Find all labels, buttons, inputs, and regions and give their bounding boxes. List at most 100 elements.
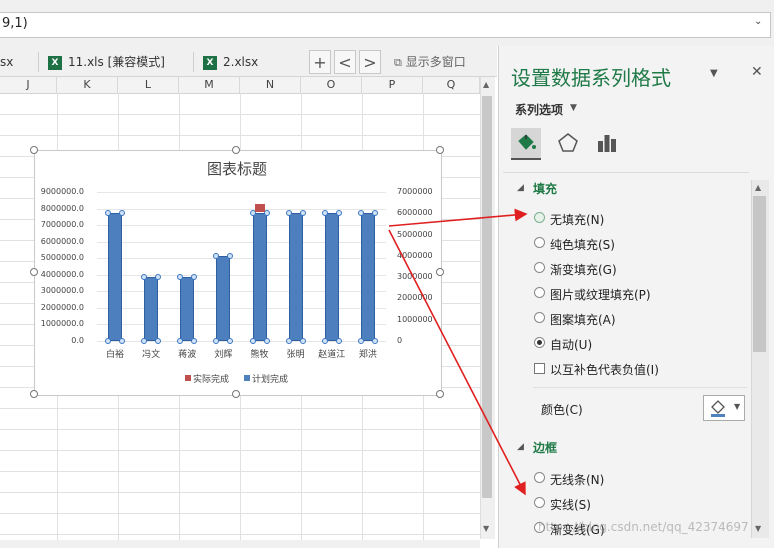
radio-solid-line[interactable] bbox=[534, 497, 545, 508]
fill-line-tab[interactable] bbox=[511, 128, 541, 160]
formula-expand-icon[interactable]: ⌄ bbox=[754, 16, 762, 27]
radio-label-pattern-fill[interactable]: 图案填充(A) bbox=[550, 311, 616, 328]
chart-gridline bbox=[97, 258, 386, 260]
radio-label-picture-fill[interactable]: 图片或纹理填充(P) bbox=[550, 286, 651, 303]
pane-divider bbox=[503, 172, 749, 173]
resize-handle[interactable] bbox=[436, 390, 444, 398]
resize-handle[interactable] bbox=[436, 268, 444, 276]
resize-handle[interactable] bbox=[30, 390, 38, 398]
invert-if-negative-label[interactable]: 以互补色代表负值(I) bbox=[550, 361, 659, 378]
right-axis-tick-label: 0 bbox=[397, 336, 403, 345]
resize-handle[interactable] bbox=[30, 146, 38, 154]
radio-picture-fill[interactable] bbox=[534, 287, 545, 298]
collapse-arrow-icon[interactable]: ◢ bbox=[517, 183, 524, 193]
selection-point[interactable] bbox=[285, 338, 292, 344]
radio-label-solid-line[interactable]: 实线(S) bbox=[550, 496, 591, 513]
planned-bar[interactable] bbox=[180, 277, 195, 341]
invert-if-negative-checkbox[interactable] bbox=[534, 363, 545, 374]
selection-point[interactable] bbox=[321, 338, 328, 344]
effects-tab[interactable] bbox=[553, 128, 583, 158]
border-section-header[interactable]: 边框 bbox=[533, 439, 557, 456]
radio-solid-fill[interactable] bbox=[534, 237, 545, 248]
category-label: 赵道江 bbox=[318, 350, 346, 360]
planned-bar[interactable] bbox=[324, 213, 339, 341]
fill-section-header[interactable]: 填充 bbox=[533, 180, 557, 197]
planned-bar[interactable] bbox=[288, 213, 303, 341]
workbook-tab-1[interactable]: sx bbox=[0, 50, 30, 74]
column-header-P[interactable]: P bbox=[362, 77, 423, 93]
radio-pattern-fill[interactable] bbox=[534, 312, 545, 323]
selection-point[interactable] bbox=[357, 338, 364, 344]
selection-point[interactable] bbox=[263, 338, 270, 344]
show-multi-window-button[interactable]: ⧉ 显示多窗口 bbox=[394, 50, 494, 74]
series-options-menu[interactable]: 系列选项 bbox=[515, 101, 563, 118]
workbook-tab-2[interactable]: X 11.xls [兼容模式] bbox=[48, 50, 188, 74]
resize-handle[interactable] bbox=[30, 268, 38, 276]
collapse-arrow-icon[interactable]: ◢ bbox=[517, 442, 524, 452]
tab-divider bbox=[38, 52, 39, 72]
prev-tab-button[interactable]: < bbox=[334, 50, 356, 74]
column-header-N[interactable]: N bbox=[240, 77, 301, 93]
legend-label-planned[interactable]: 计划完成 bbox=[252, 372, 288, 385]
scroll-down-icon[interactable]: ▼ bbox=[755, 524, 761, 533]
add-tab-button[interactable]: + bbox=[309, 50, 331, 74]
radio-gradient-fill[interactable] bbox=[534, 262, 545, 273]
sheet-scroll-thumb[interactable] bbox=[482, 96, 492, 498]
resize-handle[interactable] bbox=[232, 390, 240, 398]
column-header-Q[interactable]: Q bbox=[423, 77, 480, 93]
scroll-down-icon[interactable]: ▼ bbox=[483, 524, 489, 533]
planned-bar[interactable] bbox=[216, 255, 231, 341]
show-multi-window-label: 显示多窗口 bbox=[405, 55, 466, 69]
color-dropdown-icon: ▼ bbox=[734, 402, 741, 411]
pentagon-icon bbox=[558, 133, 578, 152]
chart-gridline bbox=[97, 307, 386, 309]
column-header-O[interactable]: O bbox=[301, 77, 362, 93]
chart-title[interactable]: 图表标题 bbox=[34, 158, 440, 179]
selection-point[interactable] bbox=[249, 338, 256, 344]
scroll-up-icon[interactable]: ▲ bbox=[483, 80, 489, 89]
legend-label-actual[interactable]: 实际完成 bbox=[193, 372, 229, 385]
pane-options-dropdown-icon[interactable]: ▼ bbox=[710, 68, 718, 79]
column-header-K[interactable]: K bbox=[57, 77, 118, 93]
next-tab-button[interactable]: > bbox=[359, 50, 381, 74]
grid-row-line bbox=[0, 114, 480, 115]
pane-scroll-thumb[interactable] bbox=[753, 196, 766, 352]
radio-no-line[interactable] bbox=[534, 472, 545, 483]
radio-label-gradient-fill[interactable]: 渐变填充(G) bbox=[550, 261, 617, 278]
legend-swatch-planned bbox=[244, 375, 250, 381]
radio-label-no-fill[interactable]: 无填充(N) bbox=[550, 211, 604, 228]
grid-row-line bbox=[0, 513, 480, 514]
left-axis-tick-label: 7000000.0 bbox=[40, 220, 84, 230]
radio-no-fill[interactable] bbox=[534, 212, 545, 223]
radio-label-solid-fill[interactable]: 纯色填充(S) bbox=[550, 236, 615, 253]
planned-bar[interactable] bbox=[144, 277, 159, 341]
column-header-M[interactable]: M bbox=[179, 77, 240, 93]
formula-text: 9,1) bbox=[2, 16, 28, 31]
actual-marker[interactable] bbox=[254, 203, 265, 212]
radio-label-automatic[interactable]: 自动(U) bbox=[550, 336, 592, 353]
right-axis-tick-label: 4000000 bbox=[397, 250, 433, 260]
column-header-J[interactable]: J bbox=[0, 77, 57, 93]
fill-color-button[interactable]: ▼ bbox=[703, 395, 745, 421]
sheet-horizontal-scrollbar[interactable] bbox=[0, 540, 480, 548]
chart-gridline bbox=[97, 225, 386, 227]
selection-point[interactable] bbox=[371, 338, 378, 344]
resize-handle[interactable] bbox=[436, 146, 444, 154]
scroll-up-icon[interactable]: ▲ bbox=[755, 183, 761, 192]
selection-point[interactable] bbox=[335, 338, 342, 344]
formula-input[interactable] bbox=[0, 12, 771, 38]
radio-label-no-line[interactable]: 无线条(N) bbox=[550, 471, 604, 488]
workbook-tab-3[interactable]: X 2.xlsx bbox=[203, 50, 293, 74]
resize-handle[interactable] bbox=[232, 146, 240, 154]
selection-point[interactable] bbox=[285, 210, 292, 217]
planned-bar[interactable] bbox=[108, 213, 123, 341]
planned-bar[interactable] bbox=[252, 213, 267, 341]
close-icon[interactable]: ✕ bbox=[751, 64, 763, 80]
chevron-down-icon[interactable]: ▼ bbox=[570, 103, 577, 113]
planned-bar[interactable] bbox=[360, 213, 375, 341]
series-options-tab[interactable] bbox=[592, 128, 622, 158]
selection-point[interactable] bbox=[299, 338, 306, 344]
chart-gridline bbox=[97, 324, 386, 326]
selection-point[interactable] bbox=[299, 210, 306, 217]
column-header-L[interactable]: L bbox=[118, 77, 179, 93]
